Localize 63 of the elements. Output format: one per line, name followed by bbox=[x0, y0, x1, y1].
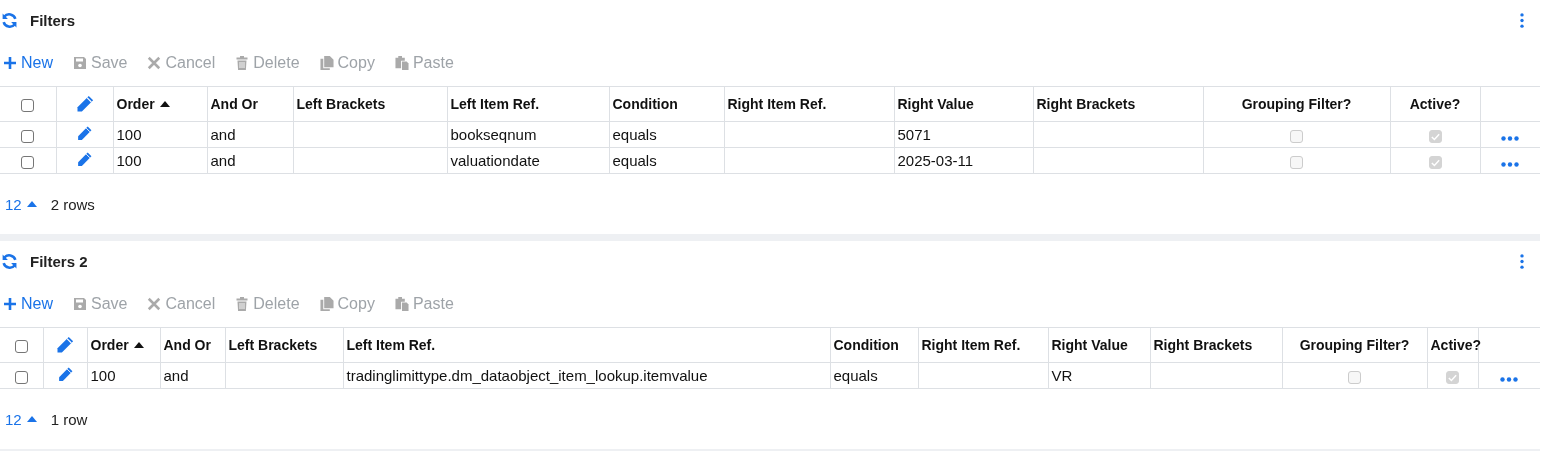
menu-icon bbox=[1520, 12, 1524, 28]
sort-ascending-icon bbox=[159, 101, 170, 107]
table-cell: 100 bbox=[90, 367, 116, 384]
row-count: 2 rows bbox=[50, 195, 95, 213]
menu-button[interactable] bbox=[1520, 12, 1524, 28]
table-cell: and bbox=[210, 152, 236, 169]
new-button[interactable]: New bbox=[3, 295, 53, 313]
panel-title: Filters bbox=[30, 11, 75, 29]
select-all-checkbox[interactable] bbox=[14, 339, 28, 353]
pencil-icon bbox=[76, 124, 93, 142]
more-button[interactable] bbox=[1500, 376, 1519, 382]
pencil-icon bbox=[55, 335, 75, 355]
more-button[interactable] bbox=[1501, 135, 1520, 141]
clipboard-icon bbox=[394, 56, 409, 70]
edit-button[interactable] bbox=[56, 365, 74, 383]
trash-icon bbox=[235, 297, 250, 311]
menu-icon bbox=[1520, 253, 1524, 269]
trash-icon bbox=[235, 56, 250, 70]
sort-ascending-icon bbox=[133, 342, 144, 348]
table-cell: 100 bbox=[116, 152, 142, 169]
more-icon bbox=[1500, 376, 1519, 382]
panel-title: Filters 2 bbox=[30, 252, 88, 270]
column-header[interactable]: Active? bbox=[1430, 337, 1482, 353]
table-cell: 5071 bbox=[897, 126, 931, 143]
close-icon bbox=[147, 56, 162, 70]
menu-button[interactable] bbox=[1520, 253, 1524, 269]
table-cell: equals bbox=[833, 367, 878, 384]
table-cell: and bbox=[210, 126, 236, 143]
refresh-icon bbox=[1, 11, 18, 29]
table-cell: tradinglimittype.dm_dataobject_item_lookup.itemvalue bbox=[346, 367, 708, 384]
pencil-icon bbox=[56, 365, 74, 383]
plus-icon bbox=[3, 56, 17, 70]
edit-button[interactable] bbox=[76, 124, 93, 142]
table-cell: 100 bbox=[116, 126, 142, 143]
table-cell: and bbox=[163, 367, 189, 384]
more-icon bbox=[1501, 161, 1520, 167]
table-cell: bookseqnum bbox=[450, 126, 537, 143]
row-checkbox[interactable] bbox=[21, 129, 35, 143]
clipboard-icon bbox=[394, 297, 409, 311]
select-all-checkbox[interactable] bbox=[21, 98, 35, 112]
caret-up-icon bbox=[26, 416, 37, 422]
more-icon bbox=[1501, 135, 1520, 141]
table-cell: equals bbox=[612, 152, 657, 169]
row-checkbox[interactable] bbox=[14, 370, 28, 384]
column-header[interactable]: Left Item Ref. bbox=[346, 337, 436, 353]
copy-icon bbox=[319, 297, 334, 311]
row-count: 1 row bbox=[50, 410, 88, 428]
table-cell: valuationdate bbox=[450, 152, 540, 169]
table-cell: equals bbox=[612, 126, 657, 143]
table-cell: VR bbox=[1051, 367, 1073, 384]
edit-button[interactable] bbox=[76, 150, 93, 168]
caret-up-icon bbox=[26, 201, 37, 207]
more-button[interactable] bbox=[1501, 161, 1520, 167]
plus-icon bbox=[3, 297, 17, 311]
new-button[interactable]: New bbox=[3, 54, 53, 72]
page-size-button[interactable]: 12 bbox=[5, 410, 37, 428]
copy-icon bbox=[319, 56, 334, 70]
table-cell: 2025-03-11 bbox=[897, 152, 974, 169]
page-size-button[interactable]: 12 bbox=[5, 195, 37, 213]
refresh-icon bbox=[1, 252, 18, 270]
close-icon bbox=[147, 297, 162, 311]
row-checkbox[interactable] bbox=[21, 155, 35, 169]
pencil-icon bbox=[76, 150, 93, 168]
